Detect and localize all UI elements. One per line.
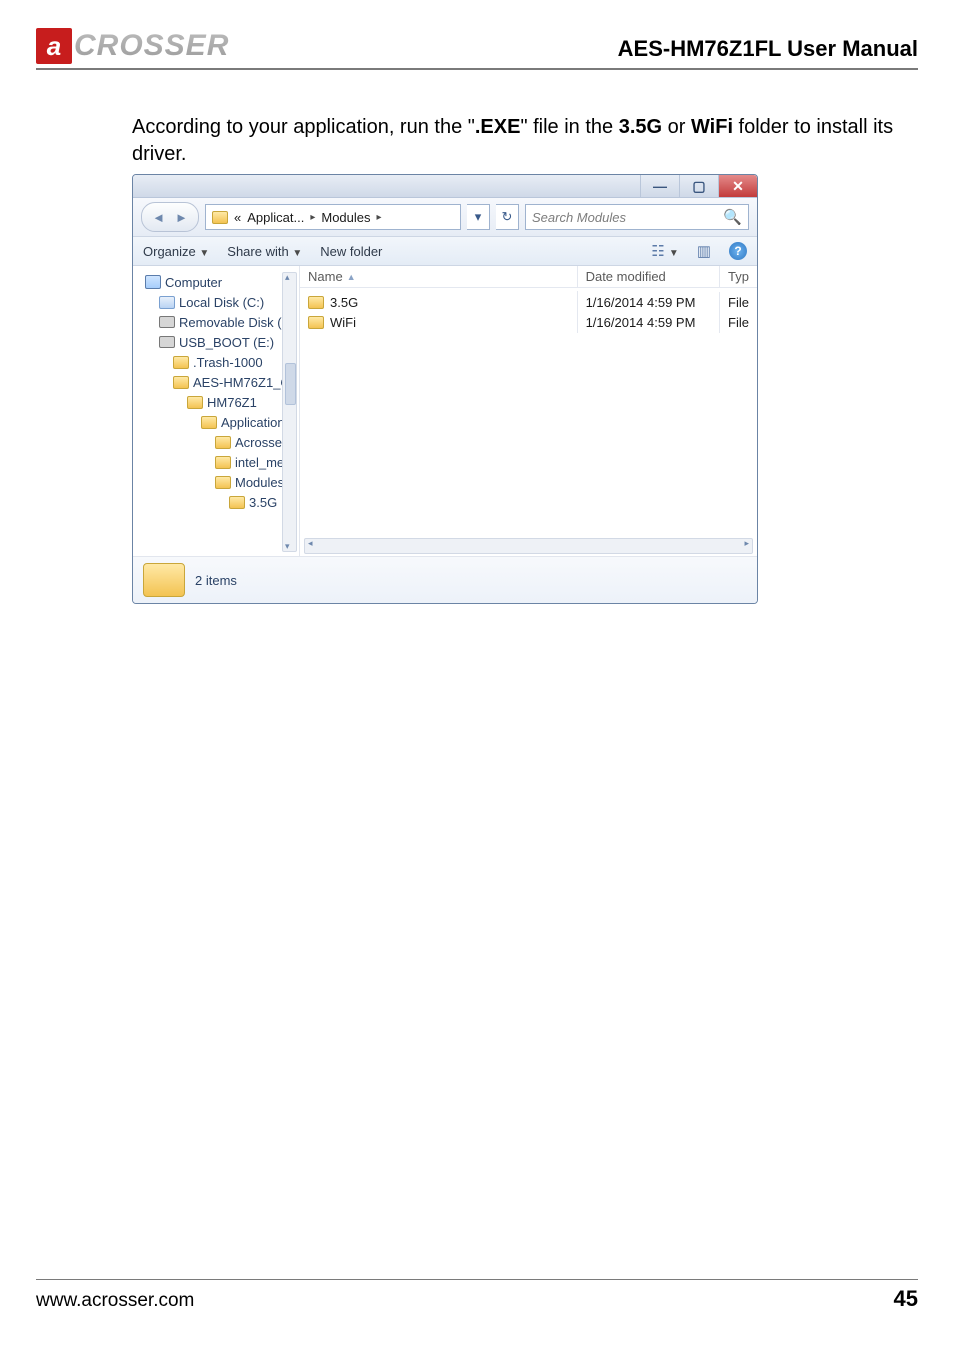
scrollbar-thumb[interactable] bbox=[285, 363, 296, 405]
breadcrumb-sep-icon: ▸ bbox=[310, 212, 315, 223]
breadcrumb-prefix: « bbox=[234, 210, 241, 225]
toolbar: Organize ▼ Share with ▼ New folder ☷ ▼ ▥… bbox=[133, 237, 757, 266]
folder-icon bbox=[229, 496, 245, 509]
column-header-date[interactable]: Date modified bbox=[578, 266, 720, 287]
tree-item[interactable]: Acrosser bbox=[133, 432, 299, 452]
file-name: WiFi bbox=[330, 315, 356, 330]
nav-back-forward[interactable]: ◄ ► bbox=[141, 202, 199, 232]
tree-item-computer[interactable]: Computer bbox=[133, 272, 299, 292]
tree-item[interactable]: Modules bbox=[133, 472, 299, 492]
address-row: ◄ ► « Applicat... ▸ Modules ▸ ▾ ↻ Search… bbox=[133, 198, 757, 237]
page-number: 45 bbox=[894, 1286, 918, 1312]
header-divider bbox=[36, 68, 918, 70]
folder-icon bbox=[215, 436, 231, 449]
organize-menu[interactable]: Organize ▼ bbox=[143, 244, 209, 259]
breadcrumb-trail-icon: ▸ bbox=[377, 212, 382, 223]
file-type: File bbox=[720, 312, 757, 333]
logo-mark-icon bbox=[36, 28, 72, 64]
brand-logo: CROSSER bbox=[36, 28, 229, 66]
navigation-tree[interactable]: Computer Local Disk (C:) Removable Disk … bbox=[133, 266, 300, 556]
breadcrumb-seg[interactable]: Applicat... bbox=[247, 210, 304, 225]
chevron-down-icon: ▼ bbox=[199, 248, 209, 259]
back-icon: ◄ bbox=[152, 210, 165, 225]
folder-icon bbox=[308, 316, 324, 329]
window-minimize-button[interactable]: — bbox=[640, 175, 679, 197]
folder-icon bbox=[143, 563, 185, 597]
file-date: 1/16/2014 4:59 PM bbox=[578, 292, 720, 313]
text-bold: WiFi bbox=[691, 116, 733, 138]
status-bar: 2 items bbox=[133, 556, 757, 603]
footer-url: www.acrosser.com bbox=[36, 1290, 194, 1312]
address-dropdown-button[interactable]: ▾ bbox=[467, 204, 490, 230]
column-header-type[interactable]: Typ bbox=[720, 266, 757, 287]
folder-icon bbox=[308, 296, 324, 309]
file-row[interactable]: 3.5G 1/16/2014 4:59 PM File bbox=[300, 292, 757, 312]
address-refresh-button[interactable]: ↻ bbox=[496, 204, 519, 230]
file-row[interactable]: WiFi 1/16/2014 4:59 PM File bbox=[300, 312, 757, 332]
tree-item[interactable]: HM76Z1 bbox=[133, 392, 299, 412]
folder-icon bbox=[187, 396, 203, 409]
folder-icon bbox=[173, 356, 189, 369]
column-headers: Name ▲ Date modified Typ bbox=[300, 266, 757, 288]
text-bold: 3.5G bbox=[619, 116, 662, 138]
tree-item[interactable]: AES-HM76Z1_C bbox=[133, 372, 299, 392]
tree-item[interactable]: Removable Disk ( bbox=[133, 312, 299, 332]
breadcrumb-seg[interactable]: Modules bbox=[321, 210, 370, 225]
tree-item[interactable]: .Trash-1000 bbox=[133, 352, 299, 372]
text: or bbox=[662, 116, 691, 138]
text: " file in the bbox=[520, 116, 618, 138]
file-date: 1/16/2014 4:59 PM bbox=[578, 312, 720, 333]
column-header-name[interactable]: Name ▲ bbox=[300, 266, 578, 287]
tree-item[interactable]: USB_BOOT (E:) bbox=[133, 332, 299, 352]
search-icon: 🔍 bbox=[723, 208, 742, 226]
folder-icon bbox=[201, 416, 217, 429]
window-maximize-button[interactable]: ▢ bbox=[679, 175, 718, 197]
manual-title: AES-HM76Z1FL User Manual bbox=[618, 36, 918, 66]
search-placeholder: Search Modules bbox=[532, 210, 626, 225]
instruction-paragraph: According to your application, run the "… bbox=[132, 114, 918, 168]
preview-pane-button[interactable]: ▥ bbox=[697, 242, 711, 260]
folder-icon bbox=[215, 456, 231, 469]
chevron-down-icon: ▼ bbox=[292, 248, 302, 259]
page-footer: www.acrosser.com 45 bbox=[36, 1279, 918, 1312]
text: According to your application, run the " bbox=[132, 116, 475, 138]
help-button[interactable]: ? bbox=[729, 242, 747, 260]
forward-icon: ► bbox=[175, 210, 188, 225]
tree-item[interactable]: intel_mei bbox=[133, 452, 299, 472]
window-close-button[interactable]: ✕ bbox=[718, 175, 757, 197]
horizontal-scrollbar[interactable] bbox=[304, 538, 753, 554]
tree-item[interactable]: 3.5G bbox=[133, 492, 299, 512]
tree-scrollbar[interactable] bbox=[282, 272, 297, 552]
folder-icon bbox=[212, 211, 228, 224]
logo-word: CROSSER bbox=[74, 29, 229, 63]
file-type: File bbox=[720, 292, 757, 313]
folder-icon bbox=[215, 476, 231, 489]
removable-disk-icon bbox=[159, 316, 175, 328]
tree-item[interactable]: Local Disk (C:) bbox=[133, 292, 299, 312]
tree-item[interactable]: Application bbox=[133, 412, 299, 432]
file-list-pane: Name ▲ Date modified Typ 3.5G 1/16/2014 … bbox=[300, 266, 757, 556]
computer-icon bbox=[145, 275, 161, 289]
new-folder-button[interactable]: New folder bbox=[320, 244, 382, 259]
address-bar[interactable]: « Applicat... ▸ Modules ▸ bbox=[205, 204, 461, 230]
window-titlebar: — ▢ ✕ bbox=[133, 175, 757, 198]
text-bold: .EXE bbox=[475, 116, 521, 138]
sort-asc-icon: ▲ bbox=[347, 272, 356, 282]
file-name: 3.5G bbox=[330, 295, 358, 310]
search-input[interactable]: Search Modules 🔍 bbox=[525, 204, 749, 230]
disk-icon bbox=[159, 296, 175, 309]
folder-icon bbox=[173, 376, 189, 389]
explorer-window: — ▢ ✕ ◄ ► « Applicat... ▸ Modules ▸ ▾ ↻ … bbox=[132, 174, 758, 604]
removable-disk-icon bbox=[159, 336, 175, 348]
status-text: 2 items bbox=[195, 573, 237, 588]
share-menu[interactable]: Share with ▼ bbox=[227, 244, 302, 259]
view-options-button[interactable]: ☷ ▼ bbox=[651, 242, 679, 260]
